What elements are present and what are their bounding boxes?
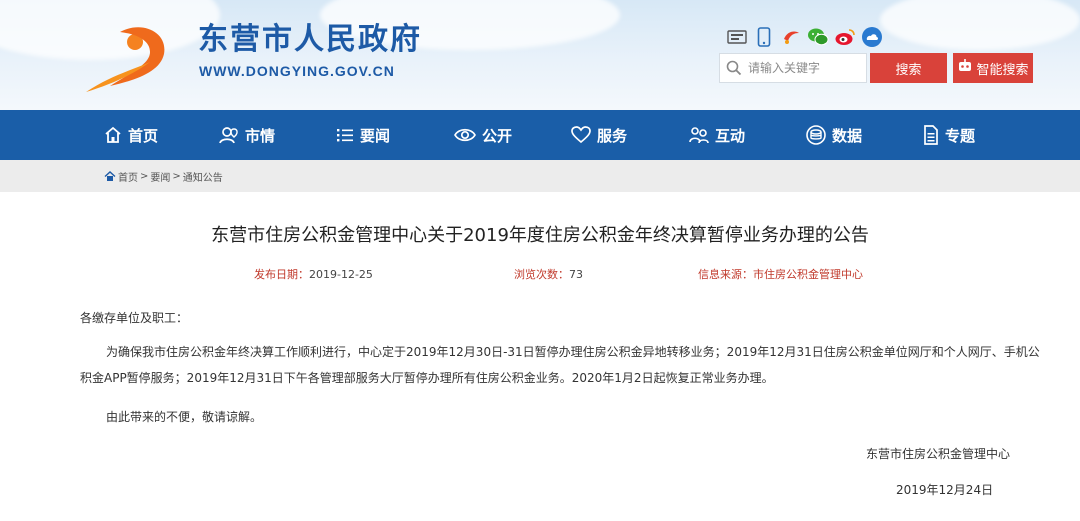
nav-label: 要闻 bbox=[360, 126, 391, 145]
smart-search-button[interactable]: 智能搜索 bbox=[953, 53, 1033, 83]
nav-label: 市情 bbox=[245, 126, 276, 145]
info-source: 信息来源：市住房公积金管理中心 bbox=[698, 266, 863, 282]
heart-icon bbox=[571, 126, 591, 144]
breadcrumb-notices[interactable]: 通知公告 bbox=[183, 169, 223, 184]
home-icon bbox=[104, 171, 116, 181]
nav-label: 服务 bbox=[597, 126, 628, 145]
breadcrumb-separator: > bbox=[140, 171, 149, 182]
breadcrumb-bar: 首页 > 要闻 > 通知公告 bbox=[0, 160, 1080, 192]
search-box bbox=[719, 53, 867, 83]
toutiao-icon[interactable] bbox=[780, 26, 802, 48]
cloud-decoration bbox=[880, 0, 1080, 50]
list-icon bbox=[337, 129, 353, 142]
notice-paragraph: 为确保我市住房公积金年终决算工作顺利进行，中心定于2019年12月30日-31日… bbox=[80, 345, 1040, 385]
view-count-value: 73 bbox=[569, 268, 583, 281]
nav-item-public[interactable]: 公开 bbox=[454, 110, 512, 160]
article-title: 东营市住房公积金管理中心关于2019年度住房公积金年终决算暂停业务办理的公告 bbox=[211, 225, 869, 246]
breadcrumb-home[interactable]: 首页 bbox=[118, 169, 138, 184]
eye-icon bbox=[454, 128, 476, 142]
breadcrumb-news[interactable]: 要闻 bbox=[150, 169, 170, 184]
nav-item-interaction[interactable]: 互动 bbox=[689, 110, 745, 160]
apology-paragraph: 由此带来的不便，敬请谅解。 bbox=[106, 410, 263, 424]
document-icon bbox=[924, 125, 938, 145]
robot-icon bbox=[957, 59, 973, 77]
publish-date: 发布日期：2019-12-25 bbox=[254, 266, 373, 282]
nav-item-data[interactable]: 数据 bbox=[806, 110, 862, 160]
nav-label: 专题 bbox=[945, 126, 976, 145]
breadcrumb-separator: > bbox=[172, 171, 181, 182]
nav-item-service[interactable]: 服务 bbox=[571, 110, 627, 160]
nav-item-news[interactable]: 要闻 bbox=[336, 110, 390, 160]
site-url[interactable]: WWW.DONGYING.GOV.CN bbox=[199, 63, 395, 79]
sign-date: 2019年12月24日 bbox=[896, 483, 994, 497]
home-icon bbox=[105, 126, 121, 143]
publish-date-value: 2019-12-25 bbox=[309, 268, 373, 281]
search-icon bbox=[720, 54, 748, 82]
nav-label: 首页 bbox=[128, 126, 159, 145]
signature: 东营市住房公积金管理中心 bbox=[866, 447, 1011, 461]
cloud-app-icon[interactable] bbox=[861, 26, 883, 48]
view-count-label: 浏览次数： bbox=[514, 268, 569, 281]
location-person-icon bbox=[219, 127, 238, 144]
wechat-icon[interactable] bbox=[807, 26, 829, 48]
nav-label: 数据 bbox=[832, 126, 863, 145]
search-input[interactable] bbox=[748, 55, 860, 81]
nav-item-topics[interactable]: 专题 bbox=[923, 110, 975, 160]
main-nav: 首页 市情 要闻 公开 服务 互动 数据 专题 bbox=[0, 110, 1080, 160]
view-count: 浏览次数：73 bbox=[514, 266, 583, 282]
mobile-icon[interactable] bbox=[753, 26, 775, 48]
search-button[interactable]: 搜索 bbox=[870, 53, 947, 83]
site-title[interactable]: 东营市人民政府 bbox=[198, 22, 422, 58]
nav-item-city-info[interactable]: 市情 bbox=[219, 110, 275, 160]
publish-date-label: 发布日期： bbox=[254, 268, 309, 281]
sina-weibo-icon[interactable] bbox=[834, 26, 856, 48]
info-source-label: 信息来源： bbox=[698, 268, 753, 281]
chat-people-icon bbox=[689, 127, 709, 144]
database-icon bbox=[806, 125, 826, 145]
nav-label: 互动 bbox=[715, 126, 746, 145]
breadcrumb: 首页 > 要闻 > 通知公告 bbox=[104, 169, 223, 184]
site-header: 东营市人民政府 WWW.DONGYING.GOV.CN 搜索 bbox=[0, 0, 1080, 110]
info-source-value: 市住房公积金管理中心 bbox=[753, 268, 863, 281]
nav-item-home[interactable]: 首页 bbox=[104, 110, 158, 160]
salutation: 各缴存单位及职工： bbox=[80, 311, 189, 325]
government-logo-icon[interactable] bbox=[80, 14, 180, 94]
social-icons bbox=[726, 26, 883, 48]
weibo-government-icon[interactable] bbox=[726, 26, 748, 48]
nav-label: 公开 bbox=[482, 126, 513, 145]
smart-search-label: 智能搜索 bbox=[976, 62, 1029, 78]
